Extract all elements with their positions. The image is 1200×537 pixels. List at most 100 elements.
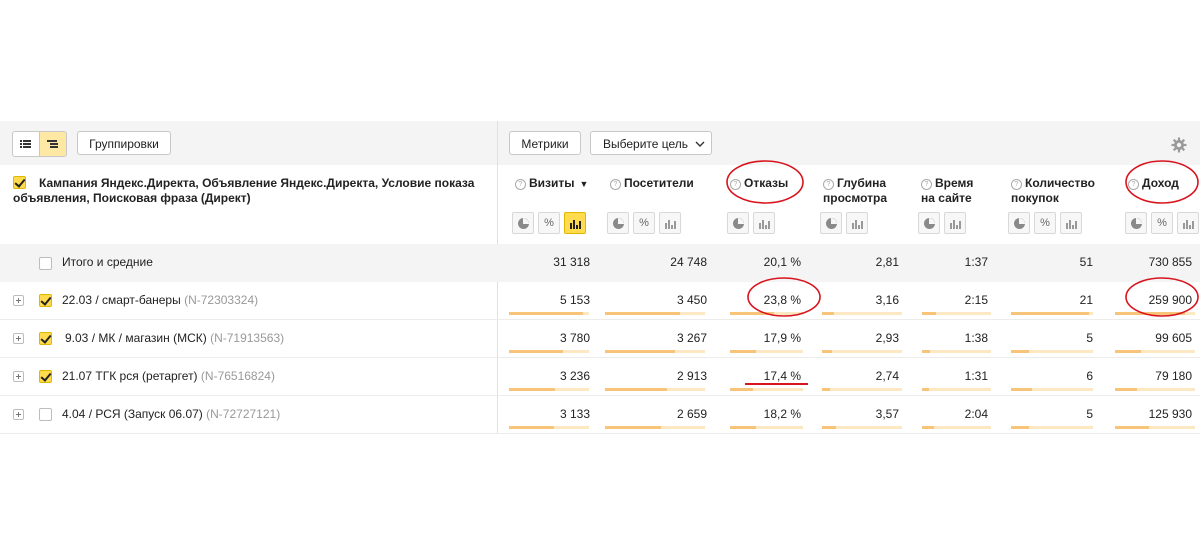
row-label[interactable]: 9.03 / МК / магазин (МСК) (N-71913563) [65, 331, 284, 345]
total-checkbox[interactable] [39, 257, 52, 270]
value-bar [509, 426, 589, 429]
total-cell: 2,81 [875, 255, 899, 269]
bar-chart-icon-button[interactable] [659, 212, 681, 234]
value-bar-fill [822, 426, 836, 429]
row-label[interactable]: 22.03 / смарт-банеры (N-72303324) [62, 293, 258, 307]
help-icon[interactable]: ? [610, 179, 621, 190]
value-bar-fill [730, 426, 756, 429]
pie-chart-icon-button[interactable] [820, 212, 842, 234]
bar-chart-icon-button[interactable] [846, 212, 868, 234]
value-bar-fill [922, 350, 930, 353]
view-list-button[interactable] [12, 131, 40, 157]
value-bar [730, 350, 803, 353]
row-checkbox[interactable] [39, 332, 52, 345]
pie-chart-icon-button[interactable] [727, 212, 749, 234]
gear-icon[interactable] [1171, 137, 1187, 153]
column-label-line2: просмотра [823, 191, 888, 205]
bar-chart-icon [665, 219, 676, 229]
total-cell: 730 855 [1148, 255, 1192, 269]
value-bar [605, 388, 705, 391]
column-header-4[interactable]: ? Время на сайте [921, 176, 973, 206]
value-bar-fill [922, 388, 929, 391]
bar-chart-icon-button[interactable] [1177, 212, 1199, 234]
value-bar [509, 312, 589, 315]
percent-icon-button[interactable]: % [538, 212, 560, 234]
expand-plus-icon[interactable] [13, 333, 24, 344]
percent-icon-button[interactable]: % [1151, 212, 1173, 234]
value-bar-fill [605, 426, 661, 429]
view-tree-button[interactable] [39, 131, 67, 157]
value-bar [730, 426, 803, 429]
column-header-5[interactable]: ? Количество покупок [1011, 176, 1095, 206]
column-header-6[interactable]: ? Доход [1128, 176, 1179, 191]
bar-chart-icon [950, 219, 961, 229]
pie-chart-icon [613, 218, 624, 229]
percent-icon-button[interactable]: % [633, 212, 655, 234]
goal-select[interactable]: Выберите цель [590, 131, 712, 155]
bar-chart-icon [852, 219, 863, 229]
metric-cell: 17,9 % [763, 331, 801, 345]
row-label[interactable]: 21.07 ТГК рся (ретаргет) (N-76516824) [62, 369, 275, 383]
metric-cell: 5 153 [559, 293, 590, 307]
value-bar-fill [822, 312, 834, 315]
metric-cell: 125 930 [1148, 407, 1192, 421]
pie-chart-icon-button[interactable] [512, 212, 534, 234]
metrics-button[interactable]: Метрики [509, 131, 581, 155]
table-row[interactable]: 21.07 ТГК рся (ретаргет) (N-76516824) 3 2… [0, 358, 1200, 396]
help-icon[interactable]: ? [1011, 179, 1022, 190]
pie-chart-icon-button[interactable] [1125, 212, 1147, 234]
metric-cell: 99 605 [1155, 331, 1192, 345]
row-name: 22.03 / смарт-банеры [62, 293, 181, 307]
column-header-2[interactable]: ? Отказы [730, 176, 788, 191]
value-bar-fill [1011, 388, 1032, 391]
value-bar-fill [1011, 350, 1029, 353]
table-row[interactable]: 9.03 / МК / магазин (МСК) (N-71913563) 3 … [0, 320, 1200, 358]
column-header-3[interactable]: ? Глубина просмотра [823, 176, 887, 206]
value-bar-fill [605, 350, 675, 353]
column-label: Посетители [624, 176, 694, 190]
groupings-button[interactable]: Группировки [77, 131, 171, 155]
value-bar [1115, 426, 1195, 429]
metric-cell: 3 133 [559, 407, 590, 421]
help-icon[interactable]: ? [730, 179, 741, 190]
chevron-down-icon [695, 141, 705, 147]
help-icon[interactable]: ? [921, 179, 932, 190]
expand-plus-icon[interactable] [13, 409, 24, 420]
help-icon[interactable]: ? [1128, 179, 1139, 190]
metric-cell: 17,4 % [763, 369, 801, 383]
metric-cell: 1:38 [964, 331, 988, 345]
dimension-header[interactable]: Кампания Яндекс.Директа, Объявление Янде… [13, 176, 483, 206]
row-id: (N-76516824) [200, 369, 275, 383]
bar-chart-icon-button[interactable] [753, 212, 775, 234]
expand-plus-icon[interactable] [13, 371, 24, 382]
value-bar [822, 312, 902, 315]
row-checkbox[interactable] [39, 294, 52, 307]
metric-cell: 5 [1086, 331, 1093, 345]
pie-chart-icon [826, 218, 837, 229]
expand-plus-icon[interactable] [13, 295, 24, 306]
row-checkbox[interactable] [39, 370, 52, 383]
metric-cell: 3,16 [875, 293, 899, 307]
pie-chart-icon-button[interactable] [1008, 212, 1030, 234]
row-checkbox[interactable] [39, 408, 52, 421]
bar-chart-icon-button[interactable] [564, 212, 586, 234]
bar-chart-icon-button[interactable] [1060, 212, 1082, 234]
pie-chart-icon-button[interactable] [607, 212, 629, 234]
metric-cell: 21 [1079, 293, 1093, 307]
value-bar [509, 350, 589, 353]
sort-desc-icon[interactable]: ▼ [580, 179, 589, 189]
bar-chart-icon-button[interactable] [944, 212, 966, 234]
table-row[interactable]: 22.03 / смарт-банеры (N-72303324) 5 153 3 … [0, 282, 1200, 320]
column-label: Количество [1025, 176, 1095, 190]
total-cell: 31 318 [553, 255, 590, 269]
column-header-0[interactable]: ? Визиты ▼ [515, 176, 588, 192]
help-icon[interactable]: ? [515, 179, 526, 190]
value-bar-fill [1011, 426, 1029, 429]
column-header-1[interactable]: ? Посетители [610, 176, 694, 191]
row-label[interactable]: 4.04 / РСЯ (Запуск 06.07) (N-72727121) [62, 407, 280, 421]
help-icon[interactable]: ? [823, 179, 834, 190]
pie-chart-icon-button[interactable] [918, 212, 940, 234]
percent-icon-button[interactable]: % [1034, 212, 1056, 234]
table-row[interactable]: 4.04 / РСЯ (Запуск 06.07) (N-72727121) 3 … [0, 396, 1200, 434]
pie-chart-icon [924, 218, 935, 229]
